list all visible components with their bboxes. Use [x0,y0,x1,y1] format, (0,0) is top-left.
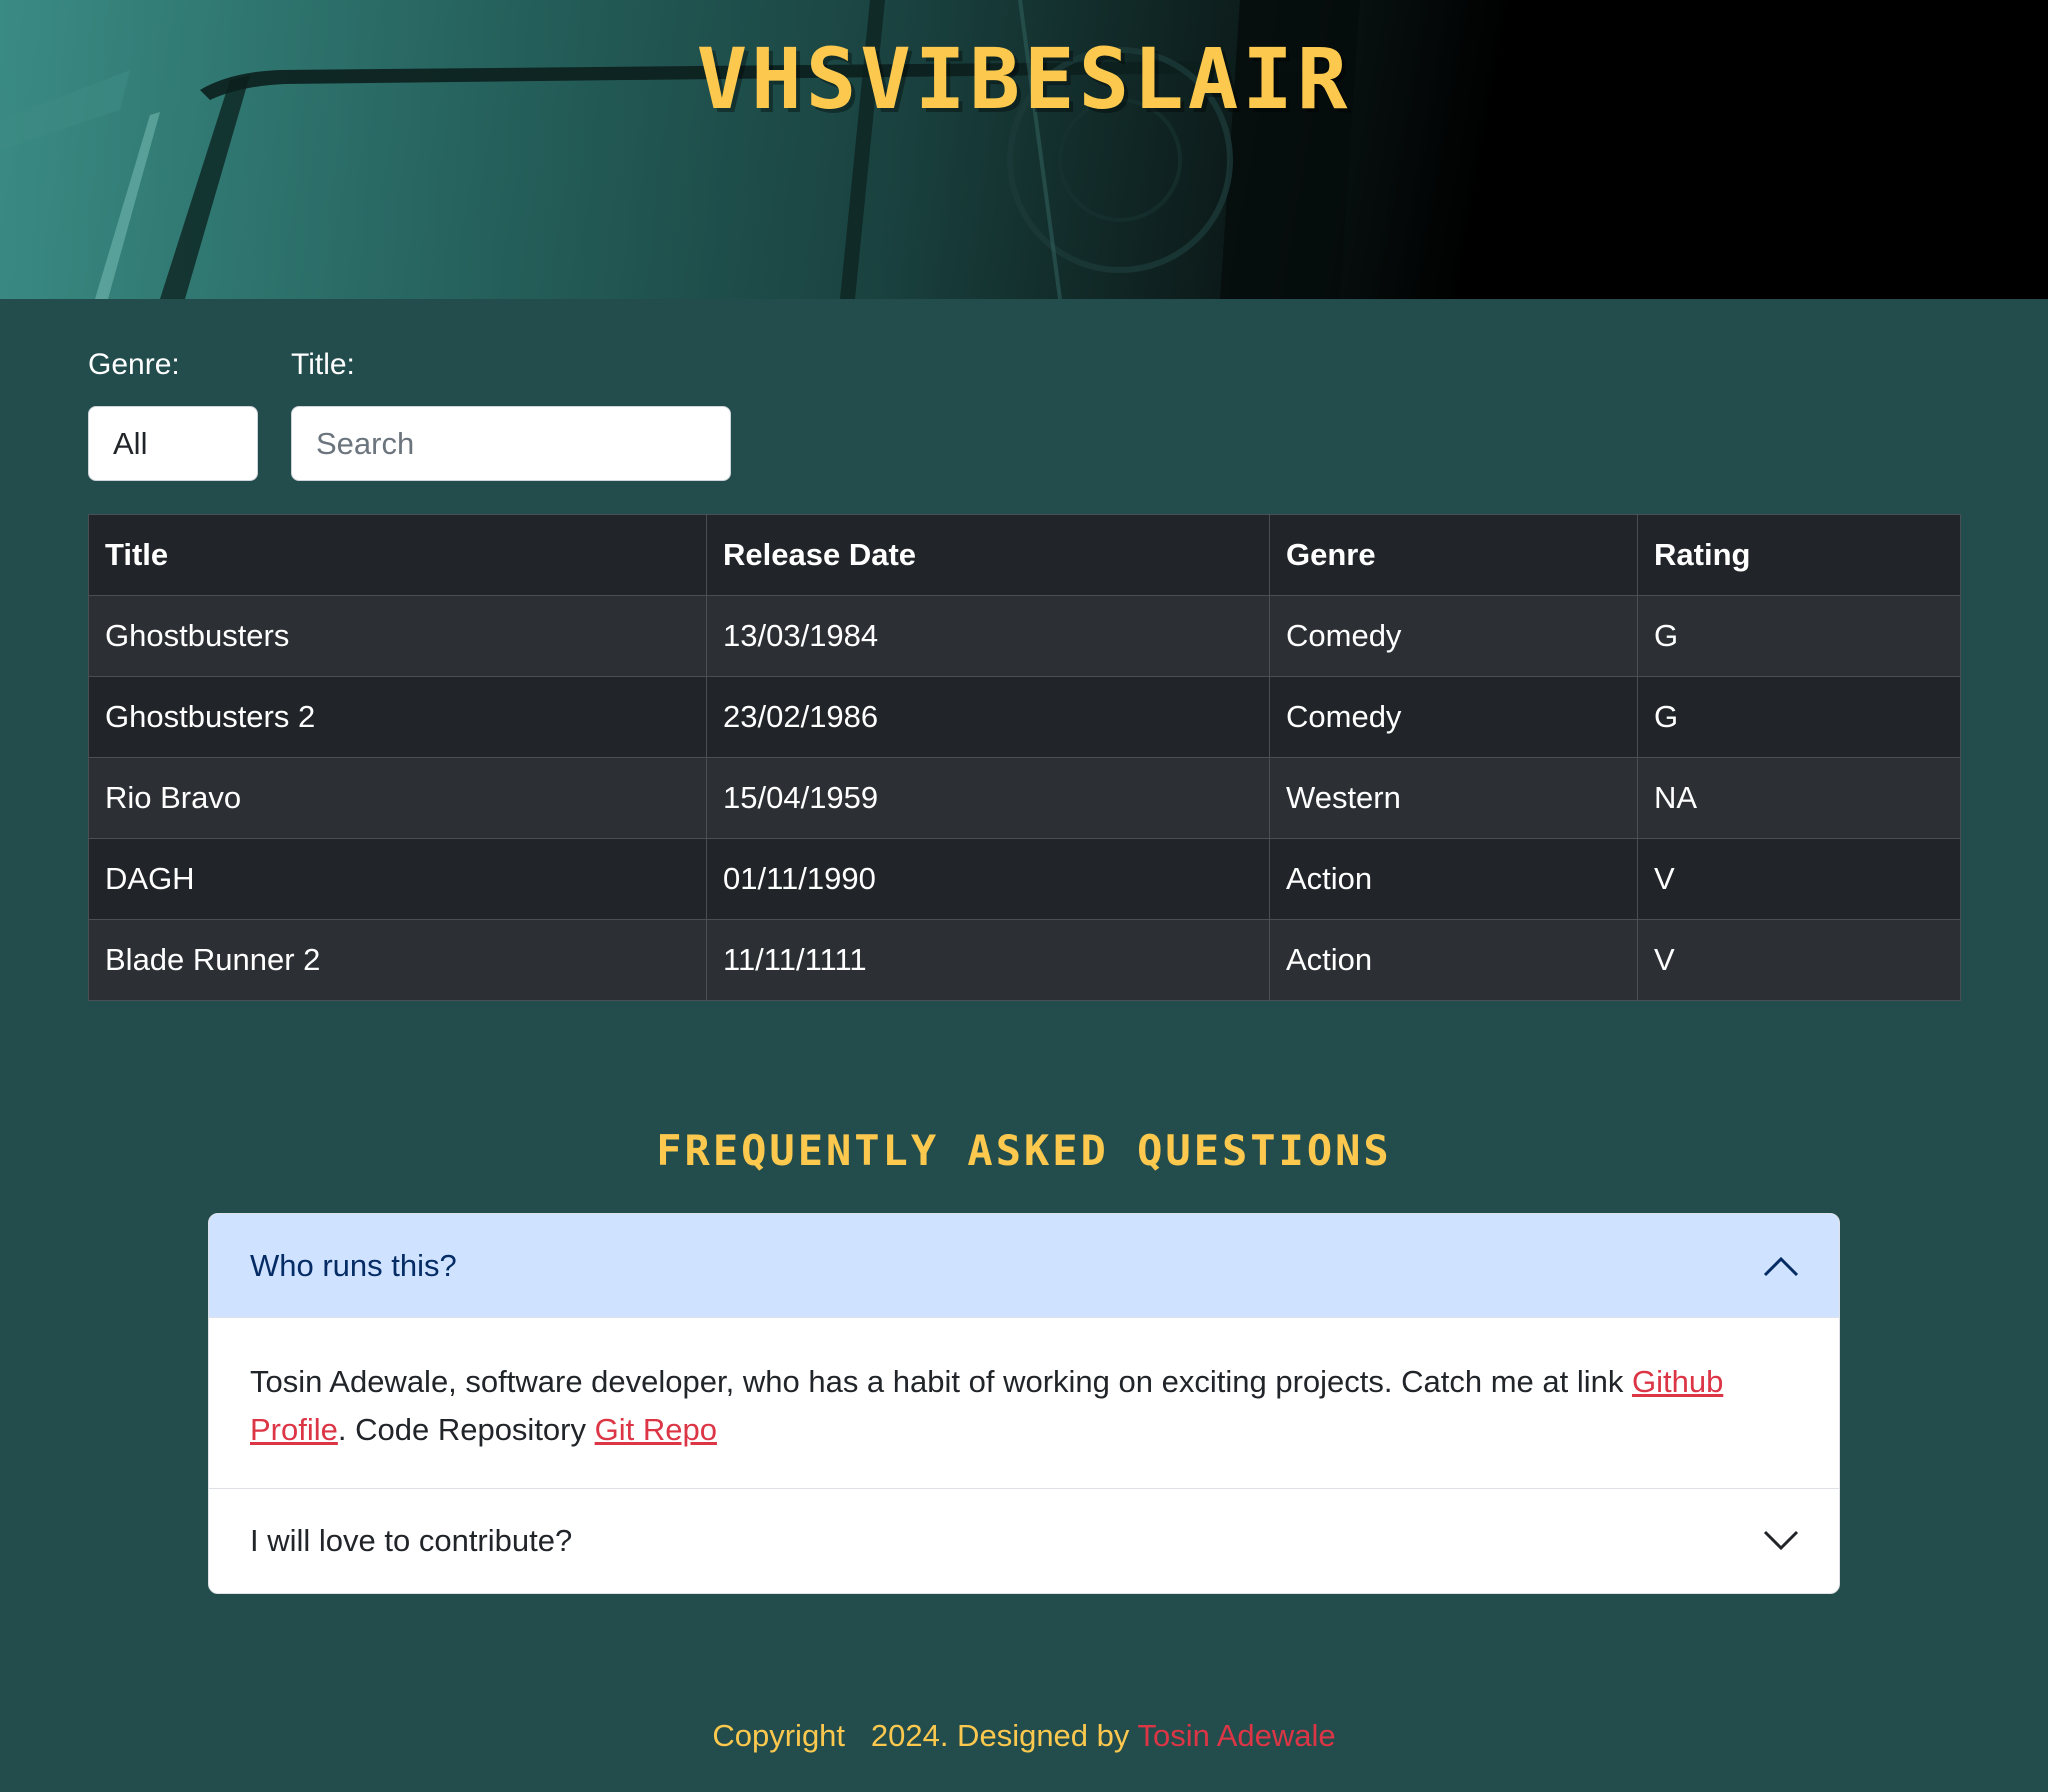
cell-release-date: 11/11/1111 [706,919,1270,1001]
cell-release-date: 15/04/1959 [706,757,1270,839]
cell-genre: Action [1269,838,1638,920]
git-repo-link[interactable]: Git Repo [595,1412,717,1447]
column-header-genre[interactable]: Genre [1269,514,1638,596]
cell-release-date: 23/02/1986 [706,676,1270,758]
faq-question-label: I will love to contribute? [250,1523,573,1558]
faq-question-who-runs-this[interactable]: Who runs this? [209,1214,1839,1318]
faq-heading: FREQUENTLY ASKED QUESTIONS [656,1126,1392,1175]
faq-answer-text: . Code Repository [337,1412,595,1447]
cell-genre: Western [1269,757,1638,839]
table-row: Blade Runner 2 11/11/1111 Action V [88,919,1961,1001]
faq-answer: Tosin Adewale, software developer, who h… [209,1318,1839,1489]
cell-genre: Comedy [1269,676,1638,758]
footer-author-link[interactable]: Tosin Adewale [1137,1718,1335,1753]
movies-table: Title Release Date Genre Rating Ghostbus… [88,514,1961,1001]
table-header-row: Title Release Date Genre Rating [88,514,1961,596]
genre-select[interactable]: All [88,406,258,481]
cell-rating: V [1637,919,1961,1001]
table-row: DAGH 01/11/1990 Action V [88,838,1961,920]
cell-rating: G [1637,676,1961,758]
cell-rating: NA [1637,757,1961,839]
genre-label: Genre: [88,348,180,381]
column-header-release-date[interactable]: Release Date [706,514,1270,596]
cell-rating: G [1637,595,1961,677]
cell-release-date: 13/03/1984 [706,595,1270,677]
footer: Copyright 2024. Designed by Tosin Adewal… [0,1718,2048,1754]
table-row: Ghostbusters 2 23/02/1986 Comedy G [88,676,1961,758]
chevron-up-icon [1763,1256,1799,1276]
chevron-down-icon [1763,1530,1799,1551]
hero-banner: VHSVIBESLAIR [0,0,2048,299]
cell-genre: Comedy [1269,595,1638,677]
genre-select-value: All [113,425,148,461]
site-title: VHSVIBESLAIR [696,30,1352,128]
faq-accordion: Who runs this? Tosin Adewale, software d… [208,1213,1840,1594]
cell-rating: V [1637,838,1961,920]
cell-genre: Action [1269,919,1638,1001]
title-label: Title: [291,348,355,381]
faq-question-contribute[interactable]: I will love to contribute? [209,1489,1839,1593]
cell-title: Ghostbusters 2 [88,676,707,758]
cell-title: Ghostbusters [88,595,707,677]
title-search-input[interactable] [291,406,731,481]
table-row: Ghostbusters 13/03/1984 Comedy G [88,595,1961,677]
footer-copyright: Copyright 2024. Designed by [712,1718,1138,1753]
faq-question-label: Who runs this? [250,1247,457,1283]
column-header-title[interactable]: Title [88,514,707,596]
table-row: Rio Bravo 15/04/1959 Western NA [88,757,1961,839]
cell-title: Blade Runner 2 [88,919,707,1001]
cell-release-date: 01/11/1990 [706,838,1270,920]
faq-answer-text: Tosin Adewale, software developer, who h… [250,1364,1632,1399]
column-header-rating[interactable]: Rating [1637,514,1961,596]
cell-title: DAGH [88,838,707,920]
cell-title: Rio Bravo [88,757,707,839]
